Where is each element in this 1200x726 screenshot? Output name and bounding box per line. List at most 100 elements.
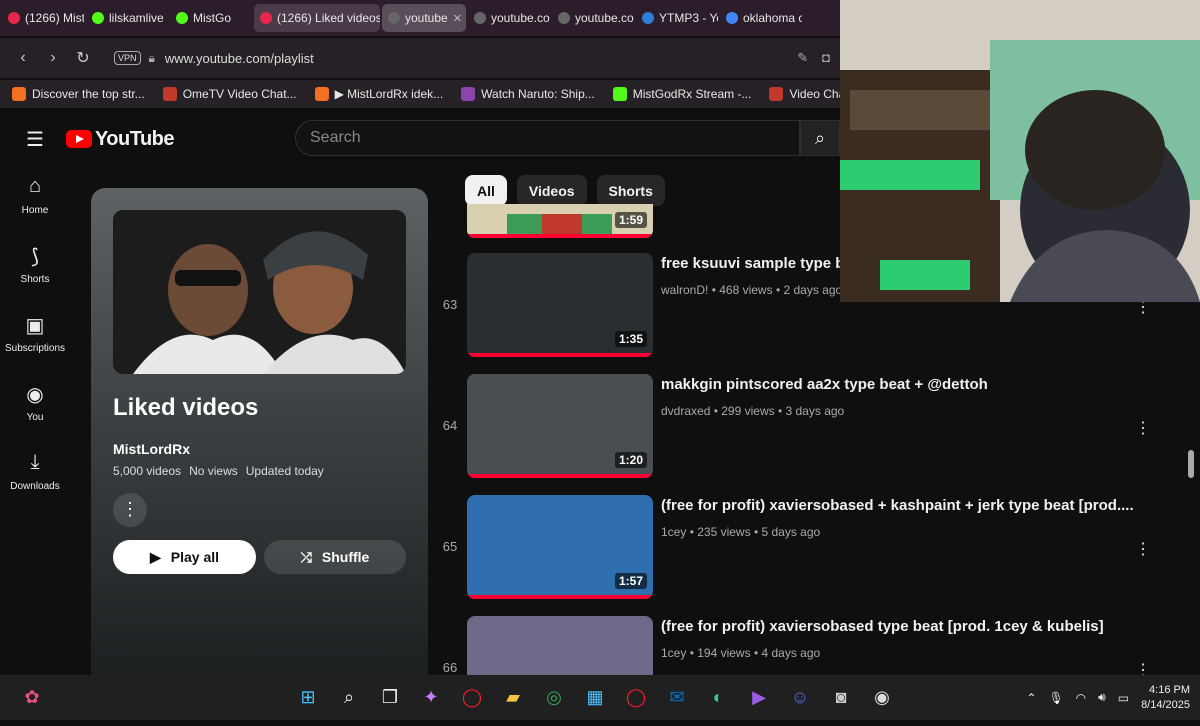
video-thumbnail[interactable]: 1:57 — [467, 495, 653, 599]
filter-chip-all[interactable]: All — [465, 175, 507, 206]
snapshot-icon[interactable]: ◘ — [822, 50, 830, 66]
discord-icon[interactable]: ☺ — [782, 680, 818, 716]
bookmark-item[interactable]: MistGodRx Stream -... — [612, 87, 751, 101]
sidebar-item-label: Home — [21, 205, 49, 216]
video-title[interactable]: (free for profit) xaviersobased + kashpa… — [661, 497, 1134, 514]
playlist-panel: Liked videos MistLordRx 5,000 videos No … — [91, 188, 428, 688]
bookmark-label: Watch Naruto: Ship... — [481, 87, 595, 101]
file-explorer-icon[interactable]: ▰ — [495, 680, 531, 716]
video-thumbnail[interactable]: 1:35 — [467, 253, 653, 357]
browser-tab[interactable]: youtube.co — [468, 4, 550, 32]
clock[interactable]: 4:16 PM 8/14/2025 — [1141, 683, 1190, 713]
close-icon[interactable]: ✕ — [453, 12, 462, 25]
meta-separator: • — [686, 646, 698, 660]
opera-icon[interactable]: ◯ — [454, 680, 490, 716]
search-button[interactable]: ⌕ — [800, 120, 840, 156]
watch-progress-bar — [467, 353, 653, 357]
address-bar-actions: ✎ ◘ — [797, 50, 840, 66]
browser-tab[interactable]: youtube ✕ — [382, 4, 466, 32]
edit-icon[interactable]: ✎ — [797, 50, 808, 66]
meta-separator: • — [708, 283, 720, 297]
windows-start-icon[interactable]: ⊞ — [290, 680, 326, 716]
back-icon[interactable]: ‹ — [8, 49, 38, 67]
url-field[interactable]: www.youtube.com/playlist — [165, 51, 314, 66]
bookmark-favicon-icon — [461, 87, 476, 101]
vpn-badge[interactable]: VPN — [114, 51, 141, 65]
playlist-video-count: 5,000 videos — [113, 464, 182, 478]
battery-icon[interactable]: ▭ — [1118, 691, 1129, 705]
outlook-icon[interactable]: ✉ — [659, 680, 695, 716]
bookmark-label: Video Chat OmeTV... — [789, 87, 840, 101]
filter-chip-videos[interactable]: Videos — [516, 175, 587, 206]
browser-tab[interactable]: oklahoma c — [720, 4, 802, 32]
playlist-owner[interactable]: MistLordRx — [113, 441, 190, 457]
shuffle-button[interactable]: ⤮ Shuffle — [264, 540, 406, 574]
meta-separator: • — [710, 404, 722, 418]
sidebar-item-shorts[interactable]: ⟆ Shorts — [0, 244, 70, 313]
forward-icon[interactable]: › — [38, 49, 68, 67]
bookmark-item[interactable]: OmeTV Video Chat... — [162, 87, 297, 101]
browser-tab[interactable]: (1266) Liked videos — [254, 4, 380, 32]
sidebar-item-home[interactable]: ⌂ Home — [0, 175, 70, 244]
bookmark-item[interactable]: Watch Naruto: Ship... — [461, 87, 595, 101]
clipchamp-icon[interactable]: ▶ — [741, 680, 777, 716]
video-channel[interactable]: dvdraxed — [661, 404, 710, 418]
sidebar-item-downloads[interactable]: ⤓ Downloads — [0, 451, 70, 520]
browser-tab[interactable]: lilskamlive — [86, 4, 168, 32]
wifi-icon[interactable]: ◠ — [1076, 691, 1086, 705]
volume-icon[interactable]: 🔊︎ — [1098, 690, 1106, 705]
edge-icon[interactable]: ◐ — [700, 680, 736, 716]
windows-taskbar: ✿ ⊞ ⌕ ❐ ✦ ◯ ▰ ◎ ▦ ◯ ✉ ◐ ▶ ☺ ◙ ◉ ⌃ 🎙︎ ◠ 🔊︎ ▭ 4:16 PM 8/… — [0, 675, 1200, 720]
video-thumbnail[interactable]: 1:59 — [467, 204, 653, 238]
bookmark-item[interactable]: Discover the top str... — [12, 87, 145, 101]
video-duration: 1:35 — [614, 331, 647, 347]
search-input[interactable]: Search — [295, 120, 800, 156]
youtube-logo-text: YouTube — [94, 127, 175, 150]
playlist-more-button[interactable]: ⋮ — [113, 493, 147, 527]
tab-label: youtube — [405, 11, 448, 25]
lock-icon[interactable]: 🔒︎ — [149, 51, 155, 66]
search-icon[interactable]: ⌕ — [331, 680, 367, 716]
video-row[interactable]: 65 1:57 (free for profit) xaviersobased + … — [435, 495, 1200, 605]
widgets-icon[interactable]: ✿ — [14, 680, 50, 716]
camera-icon[interactable]: ◙ — [823, 680, 859, 716]
obs-icon[interactable]: ◉ — [864, 680, 900, 716]
tab-favicon-icon — [8, 12, 20, 24]
video-title[interactable]: free ksuuvi sample type be — [661, 255, 853, 272]
microsoft-store-icon[interactable]: ▦ — [577, 680, 613, 716]
video-row[interactable]: 64 1:20 makkgin pintscored aa2x type beat … — [435, 374, 1200, 484]
task-view-icon[interactable]: ❐ — [372, 680, 408, 716]
reload-icon[interactable]: ↻ — [68, 48, 98, 68]
video-channel[interactable]: 1cey — [661, 646, 686, 660]
tab-label: oklahoma c — [743, 11, 802, 25]
youtube-logo[interactable]: YouTube — [65, 127, 175, 151]
microphone-icon[interactable]: 🎙︎ — [1048, 691, 1063, 705]
browser-tab[interactable]: (1266) Mist — [2, 4, 84, 32]
video-channel[interactable]: 1cey — [661, 525, 686, 539]
more-vert-icon[interactable]: ⋮ — [1135, 418, 1151, 438]
opera-gx-icon[interactable]: ◯ — [618, 680, 654, 716]
browser-tab[interactable]: MistGo — [170, 4, 252, 32]
playlist-cover-image[interactable] — [113, 210, 406, 374]
browser-tab[interactable]: youtube.co — [552, 4, 634, 32]
video-channel[interactable]: walronD! — [661, 283, 708, 297]
video-thumbnail[interactable]: 1:20 — [467, 374, 653, 478]
video-title[interactable]: makkgin pintscored aa2x type beat + @det… — [661, 376, 988, 393]
sidebar-item-subscriptions[interactable]: ▣ Subscriptions — [0, 313, 70, 382]
bookmark-item[interactable]: ▶ MistLordRx idek... — [314, 87, 443, 101]
browser-tab[interactable]: YTMP3 - Yo — [636, 4, 718, 32]
video-meta: walronD! • 468 views • 2 days ago — [661, 283, 842, 297]
scrollbar-thumb[interactable] — [1188, 450, 1194, 478]
menu-icon[interactable]: ☰ — [26, 127, 44, 152]
filter-chip-shorts[interactable]: Shorts — [596, 175, 665, 206]
bookmark-item[interactable]: Video Chat OmeTV... — [769, 87, 840, 101]
more-vert-icon[interactable]: ⋮ — [1135, 539, 1151, 559]
chrome-icon[interactable]: ◎ — [536, 680, 572, 716]
address-bar: ‹ › ↻ VPN 🔒︎ www.youtube.com/playlist ✎ … — [0, 38, 840, 78]
webcam-overlay — [840, 0, 1200, 302]
play-all-button[interactable]: ▶ Play all — [113, 540, 256, 574]
copilot-icon[interactable]: ✦ — [413, 680, 449, 716]
sidebar-item-you[interactable]: ◉ You — [0, 382, 70, 451]
chevron-up-icon[interactable]: ⌃ — [1026, 691, 1036, 705]
video-title[interactable]: (free for profit) xaviersobased type bea… — [661, 618, 1104, 635]
